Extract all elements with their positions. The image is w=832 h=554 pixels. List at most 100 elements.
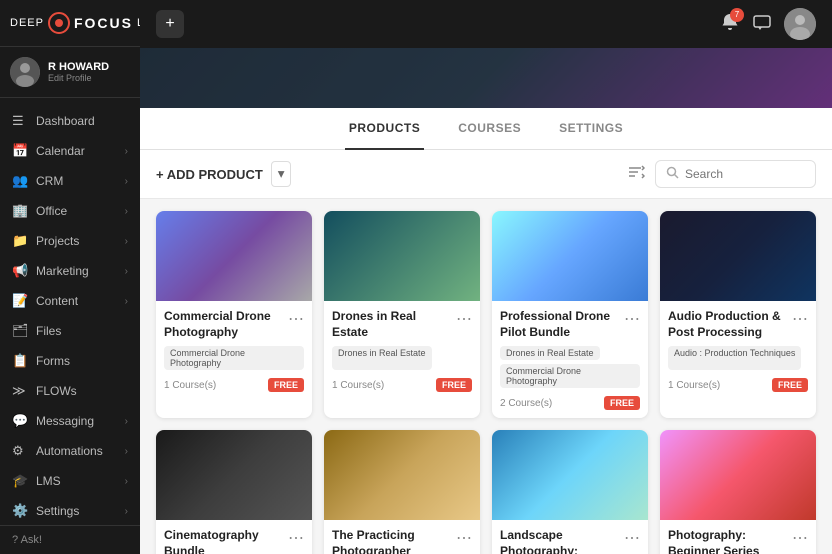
sidebar-item-crm[interactable]: 👥 CRM ›: [0, 166, 140, 196]
nav-icon-office: 🏢: [12, 203, 28, 219]
nav-item-left-flows: ≫ FLOWs: [12, 383, 77, 399]
user-avatar-top[interactable]: [784, 8, 816, 40]
nav-label-automations: Automations: [36, 444, 103, 458]
product-tags-p1: Commercial Drone Photography: [164, 346, 304, 370]
sidebar-item-lms[interactable]: 🎓 LMS ›: [0, 466, 140, 496]
product-menu-p5[interactable]: ⋯: [284, 528, 304, 548]
notifications-button[interactable]: 7: [720, 12, 740, 37]
card-body-p1: Commercial Drone Photography ⋯ Commercia…: [156, 301, 312, 400]
add-product-dropdown[interactable]: ▾: [271, 161, 292, 187]
product-menu-p2[interactable]: ⋯: [452, 309, 472, 329]
sort-button[interactable]: [627, 163, 645, 186]
nav-chevron-marketing: ›: [125, 266, 128, 277]
nav-chevron-lms: ›: [125, 476, 128, 487]
product-tags-p2: Drones in Real Estate: [332, 346, 472, 370]
nav-icon-forms: 📋: [12, 353, 28, 369]
product-image-p2: [324, 211, 480, 301]
avatar: [10, 57, 40, 87]
nav-item-left-content: 📝 Content: [12, 293, 78, 309]
card-footer-p3: 2 Course(s) FREE: [500, 396, 640, 410]
sidebar-item-messaging[interactable]: 💬 Messaging ›: [0, 406, 140, 436]
add-product-button[interactable]: + ADD PRODUCT: [156, 167, 263, 182]
main-content: + 7: [140, 0, 832, 554]
product-title-p3: Professional Drone Pilot Bundle: [500, 309, 620, 340]
sidebar-item-files[interactable]: 🗂 Files: [0, 316, 140, 346]
nav-label-lms: LMS: [36, 474, 61, 488]
nav-icon-files: 🗂: [12, 323, 28, 339]
nav-item-left-messaging: 💬 Messaging: [12, 413, 94, 429]
product-tag: Drones in Real Estate: [500, 346, 600, 360]
card-header-p4: Audio Production & Post Processing ⋯: [668, 309, 808, 340]
sidebar-item-projects[interactable]: 📁 Projects ›: [0, 226, 140, 256]
nav-item-left-dashboard: ☰ Dashboard: [12, 113, 95, 129]
product-title-p5: Cinematography Bundle: [164, 528, 284, 554]
product-tag: Drones in Real Estate: [332, 346, 432, 370]
messages-button[interactable]: [752, 12, 772, 37]
nav-icon-content: 📝: [12, 293, 28, 309]
tab-courses[interactable]: COURSES: [454, 108, 525, 150]
sidebar-item-forms[interactable]: 📋 Forms: [0, 346, 140, 376]
nav-icon-settings: ⚙️: [12, 503, 28, 519]
nav-icon-flows: ≫: [12, 383, 28, 399]
product-title-p1: Commercial Drone Photography: [164, 309, 284, 340]
nav-label-files: Files: [36, 324, 61, 338]
nav-item-left-marketing: 📢 Marketing: [12, 263, 89, 279]
nav-icon-dashboard: ☰: [12, 113, 28, 129]
nav-chevron-calendar: ›: [125, 146, 128, 157]
sidebar-item-automations[interactable]: ⚙ Automations ›: [0, 436, 140, 466]
nav-label-calendar: Calendar: [36, 144, 85, 158]
product-title-p2: Drones in Real Estate: [332, 309, 452, 340]
product-card-p5: Cinematography Bundle ⋯ Cinematography B…: [156, 430, 312, 554]
hero-banner: [140, 48, 832, 108]
nav-item-left-forms: 📋 Forms: [12, 353, 70, 369]
product-image-p6: [324, 430, 480, 520]
nav-icon-projects: 📁: [12, 233, 28, 249]
nav-chevron-office: ›: [125, 206, 128, 217]
sidebar-item-calendar[interactable]: 📅 Calendar ›: [0, 136, 140, 166]
nav-chevron-automations: ›: [125, 446, 128, 457]
product-title-p7: Landscape Photography: Basics: [500, 528, 620, 554]
product-menu-p8[interactable]: ⋯: [788, 528, 808, 548]
topbar: + 7: [140, 0, 832, 48]
tab-products[interactable]: PRODUCTS: [345, 108, 424, 150]
nav-item-left-settings: ⚙️ Settings: [12, 503, 79, 519]
edit-profile-link[interactable]: Edit Profile: [48, 73, 130, 83]
sidebar-item-settings[interactable]: ⚙️ Settings ›: [0, 496, 140, 525]
product-menu-p1[interactable]: ⋯: [284, 309, 304, 329]
tab-settings[interactable]: SETTINGS: [555, 108, 627, 150]
nav-item-left-projects: 📁 Projects: [12, 233, 79, 249]
product-menu-p7[interactable]: ⋯: [620, 528, 640, 548]
nav-item-left-files: 🗂 Files: [12, 323, 61, 339]
sidebar-item-content[interactable]: 📝 Content ›: [0, 286, 140, 316]
nav-chevron-projects: ›: [125, 236, 128, 247]
card-body-p7: Landscape Photography: Basics ⋯ Photogra…: [492, 520, 648, 554]
product-card-p7: Landscape Photography: Basics ⋯ Photogra…: [492, 430, 648, 554]
logo-icon-inner: [55, 19, 63, 27]
product-menu-p6[interactable]: ⋯: [452, 528, 472, 548]
search-icon: [666, 166, 679, 182]
product-title-p6: The Practicing Photographer: [332, 528, 452, 554]
sidebar-item-flows[interactable]: ≫ FLOWs: [0, 376, 140, 406]
user-name: R HOWARD: [48, 61, 130, 73]
nav-item-left-crm: 👥 CRM: [12, 173, 63, 189]
logo-icon: [48, 12, 70, 34]
products-grid: Commercial Drone Photography ⋯ Commercia…: [156, 211, 816, 554]
product-image-p7: [492, 430, 648, 520]
card-header-p2: Drones in Real Estate ⋯: [332, 309, 472, 340]
sidebar-item-office[interactable]: 🏢 Office ›: [0, 196, 140, 226]
card-header-p7: Landscape Photography: Basics ⋯: [500, 528, 640, 554]
sidebar-item-dashboard[interactable]: ☰ Dashboard: [0, 106, 140, 136]
card-header-p5: Cinematography Bundle ⋯: [164, 528, 304, 554]
logo-focus: FOCUS: [74, 15, 133, 31]
search-input[interactable]: [685, 167, 805, 181]
card-body-p8: Photography: Beginner Series ⋯ Beginner …: [660, 520, 816, 554]
nav-icon-calendar: 📅: [12, 143, 28, 159]
sidebar-user: R HOWARD Edit Profile: [0, 47, 140, 98]
add-button[interactable]: +: [156, 10, 184, 38]
product-menu-p4[interactable]: ⋯: [788, 309, 808, 329]
free-badge-p2: FREE: [436, 378, 472, 392]
sort-icon: [627, 163, 645, 181]
sidebar-item-marketing[interactable]: 📢 Marketing ›: [0, 256, 140, 286]
help-button[interactable]: ? Ask!: [0, 525, 140, 554]
product-menu-p3[interactable]: ⋯: [620, 309, 640, 329]
